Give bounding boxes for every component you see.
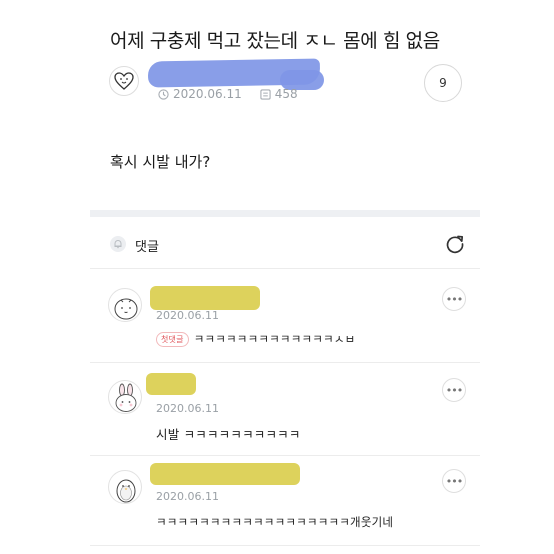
clock-icon xyxy=(158,88,169,100)
comments-header-label: 댓글 xyxy=(135,240,159,255)
comment-more-button[interactable]: ••• xyxy=(442,287,466,311)
heart-face-icon xyxy=(114,72,134,90)
comment-date: 2020.06.11 xyxy=(156,490,219,503)
divider xyxy=(90,455,480,456)
divider xyxy=(90,545,480,546)
comment-avatar[interactable] xyxy=(108,380,142,414)
post-title: 어제 구충제 먹고 잤는데 ㅈㄴ 몸에 힘 없음 xyxy=(110,30,440,52)
section-divider xyxy=(90,210,480,217)
first-comment-badge: 첫댓글 xyxy=(156,332,189,347)
bell-icon xyxy=(110,236,126,252)
comment-text: ㅋㅋㅋㅋㅋㅋㅋㅋㅋㅋㅋㅋㅋㅋㅋㅋㅋㅋ개웃기네 xyxy=(156,515,394,529)
comment-avatar[interactable] xyxy=(108,470,142,504)
post-views: 458 xyxy=(274,87,298,101)
divider xyxy=(90,268,480,269)
comment-more-button[interactable]: ••• xyxy=(442,378,466,402)
post-date: 2020.06.11 xyxy=(173,87,242,101)
comment-avatar[interactable] xyxy=(108,288,142,322)
comment-author-redaction xyxy=(146,373,196,395)
comment-date: 2020.06.11 xyxy=(156,309,219,322)
comment-count-button[interactable]: 9 xyxy=(424,64,462,102)
comment-author-redaction xyxy=(150,463,300,485)
post-meta: 2020.06.11 458 xyxy=(158,87,298,101)
comment-more-button[interactable]: ••• xyxy=(442,469,466,493)
views-icon xyxy=(260,88,271,100)
post-body: 혹시 시발 내가? xyxy=(110,153,211,171)
comment-text-content: ㅋㅋㅋㅋㅋㅋㅋㅋㅋㅋㅋㅋㅋㅅㅂ xyxy=(193,332,356,346)
comment-text: 시발 ㅋㅋㅋㅋㅋㅋㅋㅋㅋㅋ xyxy=(156,427,301,442)
divider xyxy=(90,362,480,363)
refresh-icon[interactable] xyxy=(444,233,466,255)
comment-text: 첫댓글 ㅋㅋㅋㅋㅋㅋㅋㅋㅋㅋㅋㅋㅋㅅㅂ xyxy=(156,331,355,347)
comment-author-redaction xyxy=(150,286,260,310)
author-avatar[interactable] xyxy=(109,66,139,96)
comment-date: 2020.06.11 xyxy=(156,402,219,415)
